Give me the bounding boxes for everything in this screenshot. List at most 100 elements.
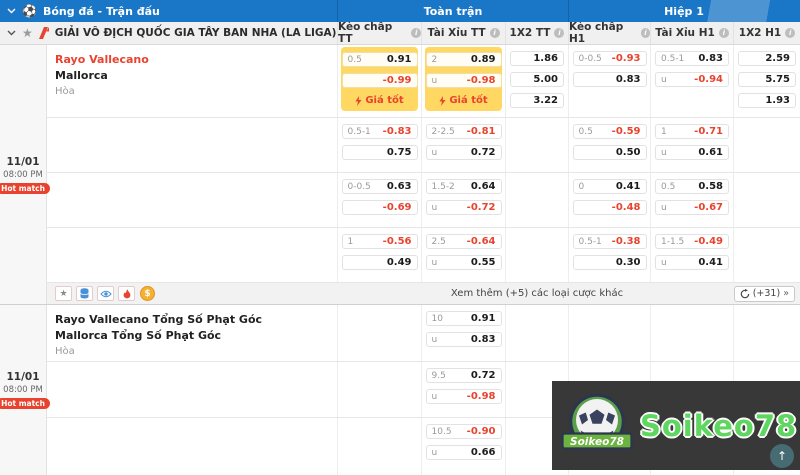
info-icon[interactable]: i (490, 28, 500, 38)
odds-box[interactable]: 1-0.56 (342, 234, 418, 249)
odds-box[interactable]: u0.72 (426, 145, 502, 160)
odds-box[interactable]: 0.5-10.83 (655, 51, 729, 66)
hot-match-badge: Hot match (0, 183, 50, 194)
1x2-ft-cell-empty (505, 305, 568, 361)
topbar: ⚽ Bóng đá - Trận đấu Toàn trận Hiệp 1 (0, 0, 800, 22)
odds-box[interactable]: 1.86 (510, 51, 564, 66)
odds-box[interactable]: 0.83 (573, 72, 647, 87)
odds-box[interactable]: u0.61 (655, 145, 729, 160)
team-names: Rayo Vallecano Mallorca Hòa (47, 45, 337, 117)
handicap-h1-cell-empty (568, 305, 650, 361)
odds-box[interactable]: 20.89 (426, 52, 502, 67)
odds-row: 1-0.56 0.49 2.5-0.64 u0.55 0.5-1-0.38 0.… (47, 228, 800, 283)
stats-database-button[interactable] (76, 286, 93, 301)
team-names-empty (47, 228, 337, 282)
odds-box[interactable]: 2.5-0.64 (426, 234, 502, 249)
column-header-handicap-ft: Kèo chấp TTi (337, 22, 421, 44)
info-icon[interactable]: i (411, 28, 421, 38)
team-names-empty (47, 118, 337, 172)
odds-box[interactable]: -0.99 (342, 73, 418, 88)
league-header-row: ★ GIẢI VÔ ĐỊCH QUỐC GIA TÂY BAN NHA (LA … (0, 22, 800, 45)
flame-icon (123, 289, 131, 299)
1x2-h1-cell: 2.59 5.75 1.93 (733, 45, 800, 117)
odds-box[interactable]: 0.5-0.59 (573, 124, 647, 139)
odds-box[interactable]: 1-0.71 (655, 124, 729, 139)
odds-box[interactable]: 0.49 (342, 255, 418, 270)
team-names-empty (47, 418, 337, 475)
team-names: Rayo Vallecano Tổng Số Phạt Góc Mallorca… (47, 305, 337, 361)
draw-label: Hòa (55, 344, 337, 360)
odds-box[interactable]: -0.69 (342, 200, 418, 215)
good-price-block: 0.50.91 -0.99 Giá tốt (341, 47, 418, 111)
odds-box[interactable]: u0.83 (426, 332, 502, 347)
odds-box[interactable]: 0.5-1-0.83 (342, 124, 418, 139)
odds-box[interactable]: u-0.98 (426, 389, 502, 404)
match-tools-row: ★ $ Xem thêm (+5) các loại cược khác (+3… (47, 283, 800, 304)
1x2-h1-cell-empty (733, 173, 800, 227)
full-match-header: Toàn trận (337, 0, 568, 22)
odds-box[interactable]: 1.5-20.64 (426, 179, 502, 194)
column-header-handicap-h1: Kèo chấp H1i (568, 22, 650, 44)
odds-box[interactable]: 0.30 (573, 255, 647, 270)
odds-box[interactable]: 9.50.72 (426, 368, 502, 383)
watch-eye-button[interactable] (97, 286, 114, 301)
odds-box[interactable]: 0.5-1-0.38 (573, 234, 647, 249)
overunder-ft-cell: 2-2.5-0.81 u0.72 (421, 118, 505, 172)
info-icon[interactable]: i (641, 28, 650, 38)
overunder-h1-cell: 0.5-10.83 u-0.94 (650, 45, 733, 117)
favorite-star-icon[interactable]: ★ (22, 27, 33, 39)
handicap-ft-cell-empty (337, 305, 421, 361)
odds-box[interactable]: 0.50 (573, 145, 647, 160)
more-bets-label[interactable]: Xem thêm (+5) các loại cược khác (337, 288, 737, 299)
handicap-ft-cell-empty (337, 418, 421, 475)
odds-box[interactable]: -0.48 (573, 200, 647, 215)
1x2-ft-cell: 1.86 5.00 3.22 (505, 45, 568, 117)
good-price-label: Giá tốt (355, 95, 403, 106)
collapse-chevron-icon[interactable] (7, 30, 16, 36)
odds-box[interactable]: 1.93 (738, 93, 796, 108)
coin-icon[interactable]: $ (140, 286, 155, 301)
odds-box[interactable]: u-0.67 (655, 200, 729, 215)
away-corners-label: Mallorca Tổng Số Phạt Góc (55, 328, 337, 344)
odds-box[interactable]: u0.41 (655, 255, 729, 270)
handicap-ft-cell: 1-0.56 0.49 (337, 228, 421, 282)
1x2-ft-cell-empty (505, 118, 568, 172)
odds-box[interactable]: 100.91 (426, 311, 502, 326)
odds-box[interactable]: 5.75 (738, 72, 796, 87)
odds-box[interactable]: 0-0.50.63 (342, 179, 418, 194)
hot-flame-button[interactable] (118, 286, 135, 301)
odds-box[interactable]: 1-1.5-0.49 (655, 234, 729, 249)
favorite-star-button[interactable]: ★ (55, 286, 72, 301)
odds-box[interactable]: 3.22 (510, 93, 564, 108)
odds-box[interactable]: 2.59 (738, 51, 796, 66)
odds-box[interactable]: 00.41 (573, 179, 647, 194)
info-icon[interactable]: i (554, 28, 564, 38)
odds-box[interactable]: 0.50.91 (342, 52, 418, 67)
odds-box[interactable]: u0.66 (426, 445, 502, 460)
match-time: 08:00 PM (3, 170, 43, 180)
info-icon[interactable]: i (785, 28, 795, 38)
team-names-empty (47, 362, 337, 417)
odds-box[interactable]: u-0.72 (426, 200, 502, 215)
odds-box[interactable]: 0.50.58 (655, 179, 729, 194)
more-bets-button[interactable]: (+31) » (734, 286, 795, 302)
odds-box[interactable]: u-0.98 (426, 73, 502, 88)
1x2-ft-cell-empty (505, 228, 568, 282)
overunder-h1-cell: 0.50.58 u-0.67 (650, 173, 733, 227)
odds-box[interactable]: 10.5-0.90 (426, 424, 502, 439)
odds-box[interactable]: 0.75 (342, 145, 418, 160)
column-header-overunder-ft: Tài Xỉu TTi (421, 22, 505, 44)
database-icon (80, 288, 89, 299)
overunder-ft-cell: 10.5-0.90 u0.66 (421, 418, 505, 475)
odds-box[interactable]: 0-0.5-0.93 (573, 51, 647, 66)
info-icon[interactable]: i (719, 28, 729, 38)
league-name: GIẢI VÔ ĐỊCH QUỐC GIA TÂY BAN NHA (LA LI… (55, 27, 337, 39)
odds-box[interactable]: 5.00 (510, 72, 564, 87)
odds-box[interactable]: u0.55 (426, 255, 502, 270)
scroll-to-top-button[interactable]: ↑ (770, 444, 794, 468)
handicap-h1-cell: 0.5-1-0.38 0.30 (568, 228, 650, 282)
match-date: 11/01 (6, 156, 39, 168)
odds-box[interactable]: 2-2.5-0.81 (426, 124, 502, 139)
odds-box[interactable]: u-0.94 (655, 72, 729, 87)
chevron-down-icon[interactable] (7, 8, 16, 14)
